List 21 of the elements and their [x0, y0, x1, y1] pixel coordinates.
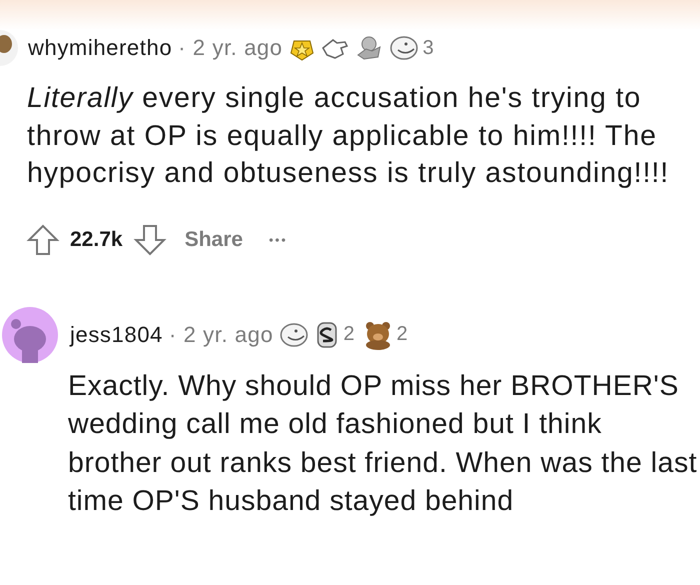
grinning-face-icon: [388, 35, 419, 61]
upvote-icon[interactable]: [26, 222, 60, 256]
award-count: 2: [396, 323, 408, 346]
award-count: 3: [422, 36, 434, 60]
hugging-figure-icon: [354, 35, 383, 61]
timestamp: · 2 yr. ago: [168, 322, 274, 348]
avatar[interactable]: [0, 28, 18, 68]
award-count: 2: [343, 323, 354, 346]
grinning-face-icon: [279, 322, 310, 348]
username[interactable]: whymiheretho: [28, 35, 172, 61]
bear-icon: [364, 320, 392, 350]
comment-text: Literally every single accusation he's trying to throw at OP is equally applicable to him!!!! The hypocrisy and obtuseness is truly astounding!!!!: [27, 81, 670, 191]
vote-count: 22.7k: [70, 228, 123, 252]
share-button[interactable]: Share: [176, 224, 251, 256]
downvote-icon[interactable]: [132, 222, 167, 256]
s-jar-icon: [315, 320, 340, 348]
avatar[interactable]: [2, 306, 58, 362]
comment-text: Exactly. Why should OP miss her BROTHER'S wedding call me old fashioned but I think brother out ranks best friend. When was the last time OP'S husband stayed behind: [68, 368, 698, 519]
username[interactable]: jess1804: [70, 322, 163, 348]
timestamp: · 2 yr. ago: [178, 35, 283, 61]
more-button[interactable]: •••: [260, 228, 296, 250]
